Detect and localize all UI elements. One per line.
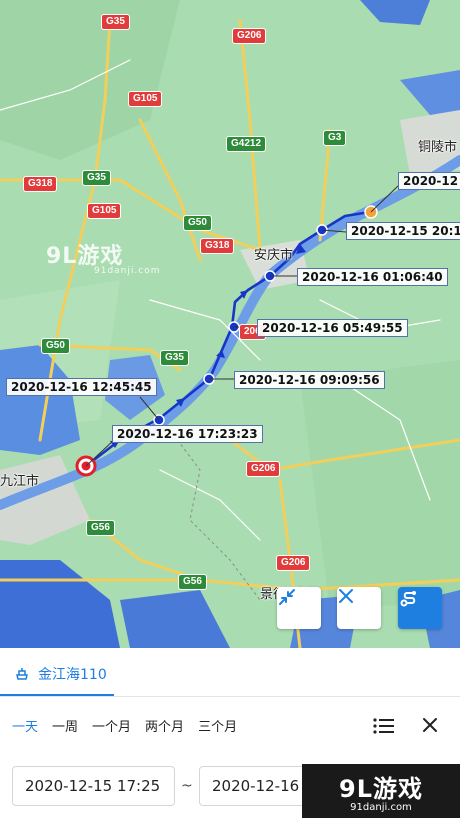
vessel-name: 金江海110 [38,667,107,683]
road-shield-g4212: G4212 [226,136,267,152]
track-label-7: 2020-12-16 17:23:23 [112,425,263,443]
road-shield-g105: G105 [128,91,163,107]
road-shield-g56: G56 [86,520,115,536]
collapse-button[interactable] [277,587,321,629]
close-panel-icon[interactable] [421,716,439,734]
track-label-3: 2020-12-16 01:06:40 [297,268,448,286]
road-shield-g35-low: G35 [160,350,189,366]
track-label-6: 2020-12-16 12:45:45 [6,378,157,396]
list-icon[interactable] [372,716,396,736]
date-range-separator: ~ [181,778,193,794]
map-view[interactable]: G35 G206 G105 G4212 G3 G318 G35 G105 G50… [0,0,460,648]
track-label-2: 2020-12-15 20:1 [346,222,460,240]
close-icon [339,589,353,603]
road-shield-g35-mid: G35 [82,170,111,186]
brand-logo-text: 9L游戏 [339,775,423,803]
range-option-one-month[interactable]: 一个月 [92,716,131,735]
brand-url: 91danji.com [350,802,412,813]
road-shield-g318-mid: G318 [200,238,235,254]
route-toggle-button[interactable] [398,587,442,629]
city-label-tongling: 铜陵市 [418,140,458,155]
time-range-selector: 一天 一周 一个月 两个月 三个月 [12,716,237,735]
track-label-1: 2020-12 [398,172,460,190]
road-shield-g50-left: G50 [41,338,70,354]
road-shield-g50-mid: G50 [183,215,212,231]
clear-track-button[interactable] [337,587,381,629]
road-shield-g206-low: G206 [246,461,281,477]
ship-icon [16,668,28,680]
route-icon [400,591,416,607]
city-label-jiujiang: 九江市 [0,474,40,489]
vessel-tab[interactable]: 金江海110 [14,664,107,684]
watermark-logo: 9L游戏 91danji.com [46,244,161,276]
collapse-arrows-icon [279,589,295,605]
panel-divider [0,696,460,697]
range-option-three-months[interactable]: 三个月 [198,716,237,735]
road-shield-g105-b: G105 [87,203,122,219]
track-label-4: 2020-12-16 05:49:55 [257,319,408,337]
road-shield-g318-left: G318 [23,176,58,192]
range-option-two-months[interactable]: 两个月 [145,716,184,735]
range-option-one-week[interactable]: 一周 [52,716,78,735]
range-option-one-day[interactable]: 一天 [12,716,38,735]
road-shield-g206-bottom: G206 [276,555,311,571]
city-label-anqing: 安庆市 [254,248,294,263]
road-shield-g35-top: G35 [101,14,130,30]
start-date-field[interactable]: 2020-12-15 17:25 [12,766,175,806]
track-label-5: 2020-12-16 09:09:56 [234,371,385,389]
road-shield-g56-bottom: G56 [178,574,207,590]
road-shield-g206-top: G206 [232,28,267,44]
road-shield-g3: G3 [323,130,347,146]
brand-watermark: 9L游戏 91danji.com [302,764,460,818]
